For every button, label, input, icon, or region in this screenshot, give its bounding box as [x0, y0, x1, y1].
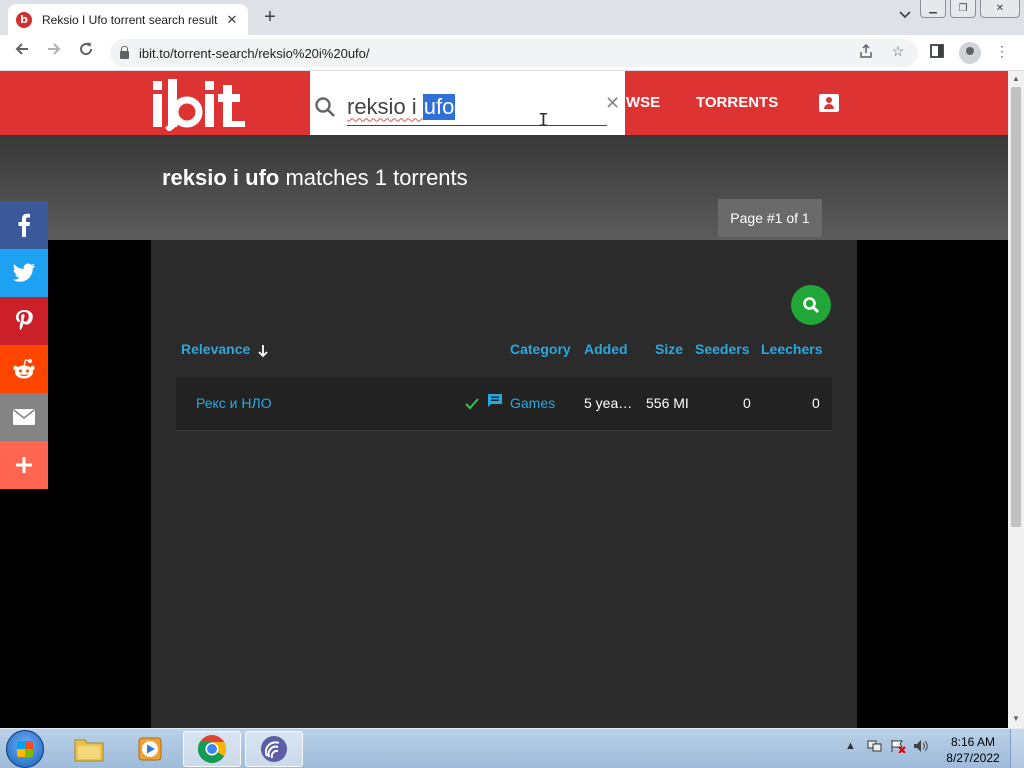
pinterest-share-button[interactable] [0, 297, 48, 345]
file-explorer-taskbar-button[interactable] [60, 731, 118, 767]
windows-taskbar: ▲ 8:16 AM 8/27/2022 [0, 728, 1024, 768]
seeders-value: 0 [743, 395, 751, 411]
verified-check-icon [465, 398, 479, 410]
new-tab-button[interactable]: + [258, 6, 282, 30]
reload-icon[interactable] [74, 41, 98, 65]
column-header-category[interactable]: Category [510, 341, 571, 357]
facebook-icon [18, 213, 30, 237]
nav-browse-link[interactable]: WSE [626, 94, 660, 111]
filter-search-button[interactable] [791, 285, 831, 325]
window-controls: ▁ ❐ ✕ [916, 0, 1020, 18]
results-panel: Relevance Category Added Size Seeders Le… [151, 240, 857, 728]
results-header-band [0, 135, 1008, 240]
media-player-taskbar-button[interactable] [121, 731, 179, 767]
category-link[interactable]: Games [510, 395, 555, 411]
torrent-client-icon [261, 736, 287, 762]
selected-text: ufo [422, 93, 456, 120]
browser-tab[interactable]: b Reksio I Ufo torrent search result ✕ [8, 4, 248, 35]
text-cursor-icon: I [538, 110, 549, 131]
lock-icon [120, 45, 129, 59]
twitter-share-button[interactable] [0, 249, 48, 297]
torrent-name-link[interactable]: Рекс и НЛО [196, 395, 272, 411]
sort-down-arrow-icon[interactable] [257, 344, 269, 358]
forward-arrow-icon[interactable] [42, 41, 66, 65]
torrent-client-taskbar-button[interactable] [245, 731, 303, 767]
show-desktop-button[interactable] [1010, 729, 1024, 768]
media-player-icon [138, 737, 162, 761]
volume-icon[interactable] [913, 739, 929, 753]
scroll-down-arrow-icon[interactable]: ▼ [1008, 712, 1024, 726]
taskbar-clock[interactable]: 8:16 AM 8/27/2022 [945, 734, 1001, 766]
more-share-button[interactable] [0, 441, 48, 489]
clear-search-icon[interactable]: ✕ [605, 93, 620, 114]
site-header: ibit reksio i ufo I ✕ WSE TORRENTS [0, 71, 1008, 135]
folder-icon [74, 739, 104, 762]
page-viewport: ibit reksio i ufo I ✕ WSE TORRENTS reksi… [0, 71, 1008, 728]
plus-icon [16, 457, 32, 473]
network-icon[interactable] [867, 739, 883, 753]
close-window-button[interactable]: ✕ [980, 0, 1020, 18]
column-header-relevance[interactable]: Relevance [181, 341, 250, 357]
site-favicon-icon: b [16, 11, 32, 28]
reddit-icon [13, 359, 35, 379]
page-scrollbar[interactable]: ▲ ▼ [1008, 71, 1024, 728]
tab-close-icon[interactable]: ✕ [224, 12, 240, 28]
bookmark-star-icon[interactable]: ☆ [888, 43, 908, 60]
back-arrow-icon[interactable] [10, 41, 34, 65]
system-tray: ▲ [845, 739, 929, 754]
profile-avatar-icon[interactable] [959, 42, 981, 64]
table-row: Рекс и НЛО Games 5 yea… 556 MI 0 0 [176, 377, 832, 431]
chrome-icon [198, 735, 226, 763]
email-share-button[interactable] [0, 393, 48, 441]
browser-toolbar: ibit.to/torrent-search/reksio%20i%20ufo/… [0, 35, 1024, 71]
search-input[interactable]: reksio i ufo [347, 88, 607, 126]
account-icon[interactable] [819, 94, 839, 112]
reddit-share-button[interactable] [0, 345, 48, 393]
column-header-added[interactable]: Added [584, 341, 628, 357]
email-icon [13, 409, 35, 425]
ibit-logo[interactable]: ibit [150, 77, 250, 131]
column-header-leechers[interactable]: Leechers [761, 341, 822, 357]
facebook-share-button[interactable] [0, 201, 48, 249]
clock-date: 8/27/2022 [946, 751, 1000, 765]
tab-title: Reksio I Ufo torrent search result [42, 12, 218, 27]
results-heading: reksio i ufo matches 1 torrents [162, 165, 468, 190]
scroll-thumb[interactable] [1011, 87, 1021, 527]
scroll-up-arrow-icon[interactable]: ▲ [1008, 72, 1024, 86]
address-bar[interactable]: ibit.to/torrent-search/reksio%20i%20ufo/… [110, 39, 918, 67]
column-header-seeders[interactable]: Seeders [695, 341, 749, 357]
clock-time: 8:16 AM [950, 735, 996, 749]
nav-torrents-link[interactable]: TORRENTS [696, 94, 778, 111]
tab-search-chevron-icon[interactable] [894, 8, 916, 28]
show-hidden-icons-arrow-icon[interactable]: ▲ [845, 740, 856, 752]
start-button[interactable] [6, 730, 44, 768]
side-panel-icon[interactable] [927, 43, 947, 63]
search-box: reksio i ufo I ✕ [310, 71, 625, 135]
comment-icon[interactable] [487, 393, 503, 408]
action-center-flag-icon[interactable] [890, 739, 906, 754]
share-icon[interactable] [856, 43, 876, 62]
page-indicator: Page #1 of 1 [718, 199, 822, 237]
added-value: 5 yea… [584, 395, 633, 411]
leechers-value: 0 [812, 395, 820, 411]
column-header-size[interactable]: Size [655, 341, 683, 357]
url-text: ibit.to/torrent-search/reksio%20i%20ufo/ [139, 45, 370, 61]
pinterest-icon [16, 310, 33, 331]
twitter-icon [12, 263, 35, 282]
restore-button[interactable]: ❐ [950, 0, 976, 18]
minimize-button[interactable]: ▁ [920, 0, 946, 18]
search-icon [803, 297, 820, 314]
size-value: 556 MI [646, 395, 689, 411]
chrome-taskbar-button[interactable] [183, 731, 241, 767]
browser-tab-strip: b Reksio I Ufo torrent search result ✕ +… [0, 0, 1024, 35]
search-icon [315, 97, 335, 117]
menu-kebab-icon[interactable]: ⋮ [992, 43, 1012, 63]
